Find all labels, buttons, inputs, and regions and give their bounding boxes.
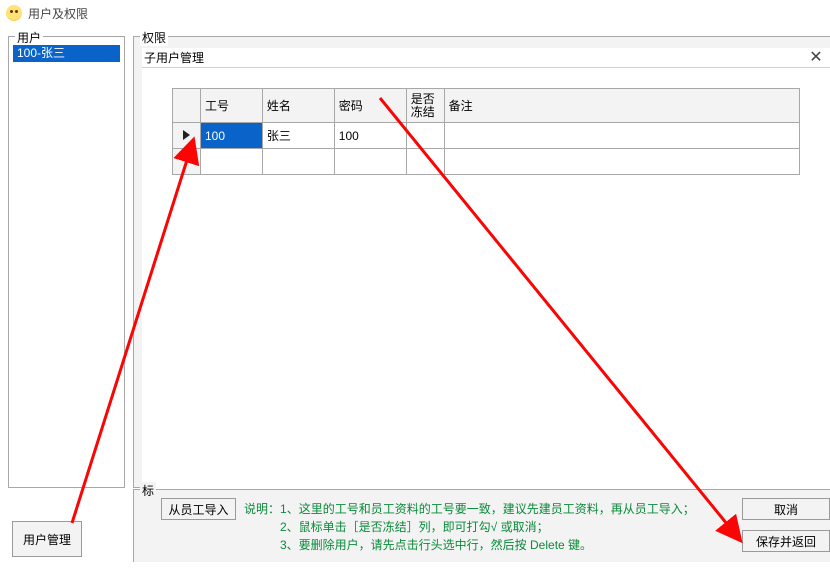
user-grid[interactable]: 工号 姓名 密码 是否冻结 备注 100 张三 100 * (172, 88, 800, 175)
window-titlebar: 用户及权限 (0, 0, 830, 26)
footer-legend: 标 (140, 482, 156, 499)
user-management-title: 用户管理 (156, 51, 204, 65)
col-header-frozen[interactable]: 是否冻结 (406, 89, 444, 123)
new-cell-note[interactable] (444, 149, 799, 175)
new-cell-frozen[interactable] (406, 149, 444, 175)
permissions-panel-legend: 权限 (140, 29, 168, 46)
col-header-note[interactable]: 备注 (444, 89, 799, 123)
new-cell-name[interactable] (262, 149, 334, 175)
grid-new-row[interactable]: * (173, 149, 800, 175)
cell-frozen[interactable] (406, 123, 444, 149)
desc-line-2: 2、鼠标单击［是否冻结］列，即可打勾√ 或取消； (244, 518, 695, 536)
window-title: 用户及权限 (28, 5, 88, 22)
footer-panel: 标 从员工导入 说明：1、这里的工号和员工资料的工号要一致，建议先建员工资料，再… (133, 489, 830, 562)
import-from-employee-button[interactable]: 从员工导入 (161, 498, 236, 520)
users-panel-legend: 用户 (15, 29, 43, 46)
user-management-dialog: 子用户管理 ✕ 工号 姓名 密码 是否冻结 备注 100 张三 100 (142, 48, 830, 492)
current-row-indicator-icon (183, 130, 190, 140)
new-row-indicator-icon: * (184, 154, 189, 169)
app-icon (6, 5, 22, 21)
cell-name[interactable]: 张三 (262, 123, 334, 149)
cell-note[interactable] (444, 123, 799, 149)
row-header-current[interactable] (173, 123, 201, 149)
users-list[interactable]: 100-张三 (13, 45, 120, 483)
row-header-new[interactable]: * (173, 149, 201, 175)
grid-header-row: 工号 姓名 密码 是否冻结 备注 (173, 89, 800, 123)
cell-pwd[interactable]: 100 (334, 123, 406, 149)
user-management-title-prefix: 子 (144, 51, 156, 65)
desc-line-1: 1、这里的工号和员工资料的工号要一致，建议先建员工资料，再从员工导入； (280, 502, 695, 516)
grid-data-row[interactable]: 100 张三 100 (173, 123, 800, 149)
desc-line-3: 3、要删除用户，请先点击行头选中行，然后按 Delete 键。 (244, 536, 695, 554)
users-panel: 用户 100-张三 (8, 36, 125, 488)
cancel-button[interactable]: 取消 (742, 498, 830, 520)
user-management-titlebar: 子用户管理 ✕ (142, 48, 830, 68)
new-cell-id[interactable] (200, 149, 262, 175)
col-header-name[interactable]: 姓名 (262, 89, 334, 123)
grid-corner-cell (173, 89, 201, 123)
col-header-pwd[interactable]: 密码 (334, 89, 406, 123)
col-header-id[interactable]: 工号 (200, 89, 262, 123)
cell-id[interactable]: 100 (200, 123, 262, 149)
users-list-item[interactable]: 100-张三 (13, 45, 120, 62)
close-icon[interactable]: ✕ (802, 49, 830, 67)
footer-description: 说明：1、这里的工号和员工资料的工号要一致，建议先建员工资料，再从员工导入； 2… (244, 500, 695, 554)
desc-label: 说明： (244, 502, 280, 516)
user-management-button[interactable]: 用户管理 (12, 521, 82, 557)
new-cell-pwd[interactable] (334, 149, 406, 175)
save-and-return-button[interactable]: 保存并返回 (742, 530, 830, 552)
